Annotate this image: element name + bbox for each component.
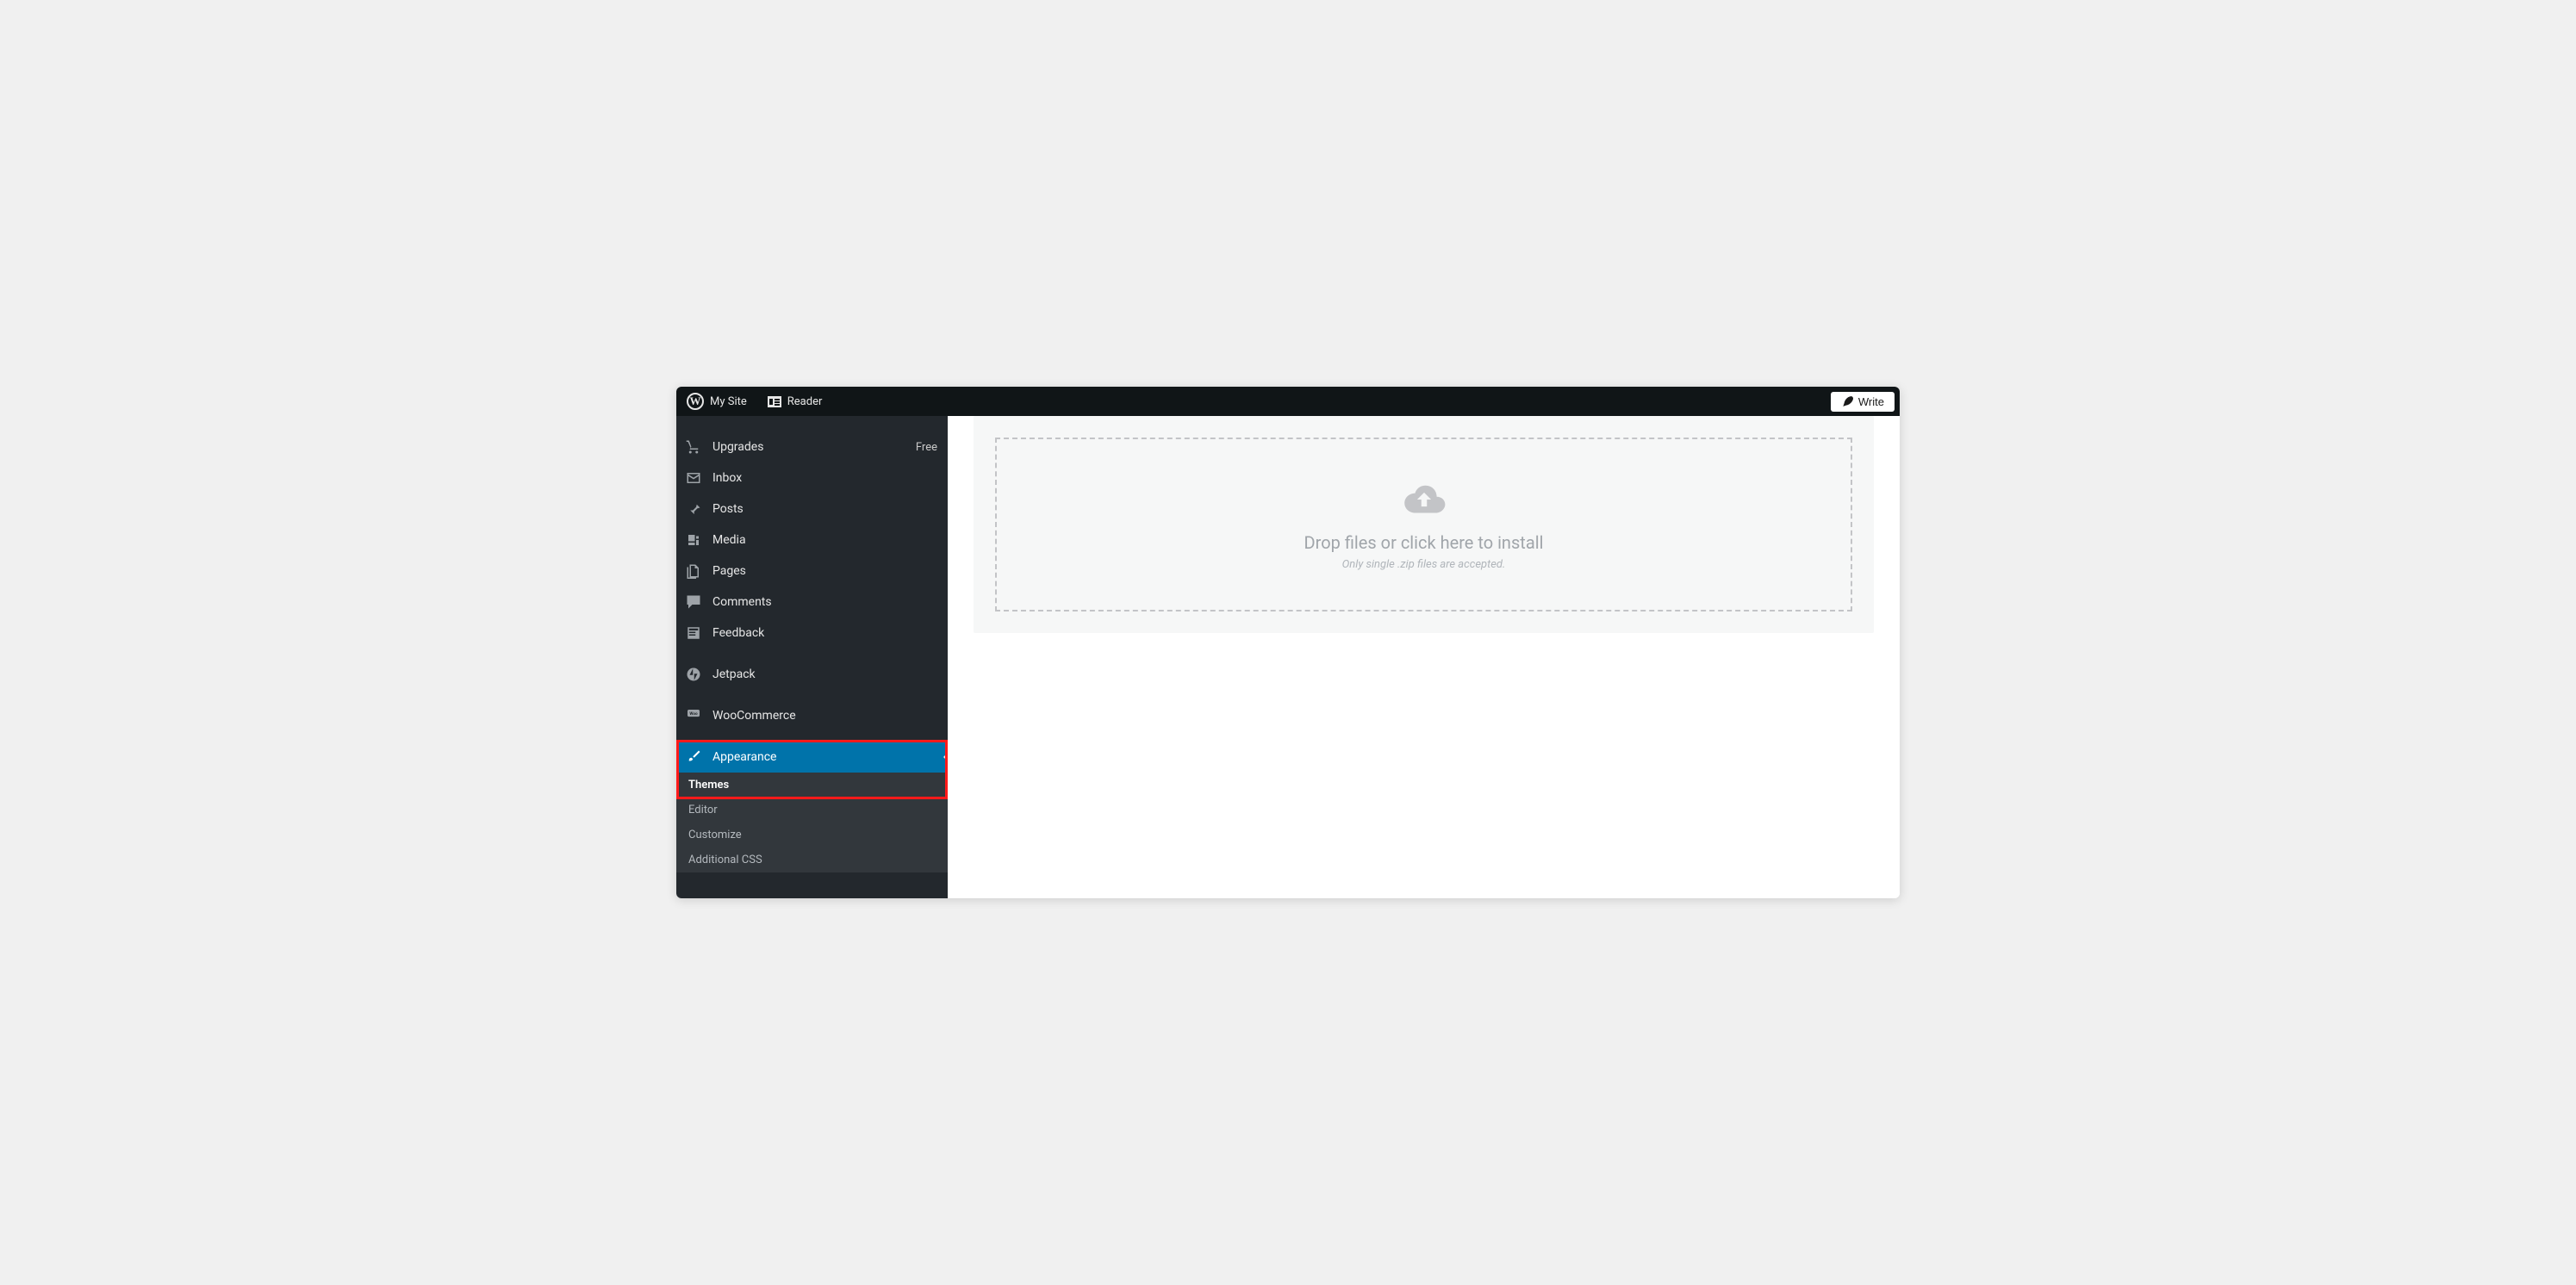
upload-panel: Drop files or click here to install Only… (974, 416, 1874, 633)
submenu-item-editor[interactable]: Editor (676, 798, 948, 823)
drop-zone[interactable]: Drop files or click here to install Only… (995, 438, 1852, 611)
sidebar-label: Feedback (712, 626, 764, 640)
jetpack-icon (685, 666, 702, 683)
sidebar-label: Appearance (712, 750, 776, 764)
brush-icon (685, 748, 702, 766)
sidebar-label: Jetpack (712, 667, 756, 681)
mail-icon (685, 469, 702, 487)
sidebar-label: Media (712, 533, 746, 547)
sidebar-item-upgrades[interactable]: Upgrades Free (676, 431, 948, 462)
content-area: Drop files or click here to install Only… (948, 416, 1900, 898)
sidebar-item-woocommerce[interactable]: Woo WooCommerce (676, 700, 948, 731)
body-row: Upgrades Free Inbox Posts Media (676, 416, 1900, 898)
sidebar-label: Comments (712, 595, 772, 609)
write-button-label: Write (1858, 395, 1884, 408)
sidebar-item-appearance[interactable]: Appearance (676, 742, 948, 773)
media-icon (685, 531, 702, 549)
topbar-mysite[interactable]: W My Site (676, 387, 757, 416)
comment-icon (685, 593, 702, 611)
cloud-upload-icon (1402, 482, 1447, 517)
reader-icon (768, 396, 781, 407)
topbar-mysite-label: My Site (710, 395, 747, 408)
submenu-item-themes[interactable]: Themes (676, 773, 948, 798)
form-icon (685, 624, 702, 642)
topbar-reader-label: Reader (787, 395, 823, 408)
sidebar-item-jetpack[interactable]: Jetpack (676, 659, 948, 690)
sidebar-item-pages[interactable]: Pages (676, 556, 948, 587)
topbar-left: W My Site Reader (676, 387, 832, 416)
sidebar-item-comments[interactable]: Comments (676, 587, 948, 618)
wordpress-logo-icon: W (687, 393, 704, 410)
submenu-item-customize[interactable]: Customize (676, 823, 948, 847)
sidebar-item-posts[interactable]: Posts (676, 494, 948, 525)
drop-zone-title: Drop files or click here to install (1014, 532, 1833, 553)
pages-icon (685, 562, 702, 580)
svg-text:Woo: Woo (689, 711, 698, 717)
upgrades-badge: Free (916, 441, 937, 454)
feather-icon (1841, 395, 1853, 407)
sidebar-item-inbox[interactable]: Inbox (676, 462, 948, 494)
sidebar-item-feedback[interactable]: Feedback (676, 618, 948, 649)
app-window: W My Site Reader Write Upgrades (676, 387, 1900, 898)
sidebar-item-media[interactable]: Media (676, 525, 948, 556)
admin-sidebar: Upgrades Free Inbox Posts Media (676, 416, 948, 898)
appearance-submenu: Themes Editor Customize Additional CSS (676, 773, 948, 872)
sidebar-label: Inbox (712, 471, 742, 485)
sidebar-label: Upgrades (712, 440, 763, 454)
pin-icon (685, 500, 702, 518)
sidebar-label: WooCommerce (712, 709, 796, 723)
woo-icon: Woo (685, 707, 702, 724)
drop-zone-subtitle: Only single .zip files are accepted. (1014, 558, 1833, 571)
topbar-reader[interactable]: Reader (757, 387, 833, 416)
submenu-item-additional-css[interactable]: Additional CSS (676, 847, 948, 872)
sidebar-label: Posts (712, 502, 744, 516)
write-button[interactable]: Write (1831, 392, 1895, 412)
admin-topbar: W My Site Reader Write (676, 387, 1900, 416)
cart-icon (685, 438, 702, 456)
topbar-right: Write (1826, 392, 1900, 412)
sidebar-label: Pages (712, 564, 746, 578)
